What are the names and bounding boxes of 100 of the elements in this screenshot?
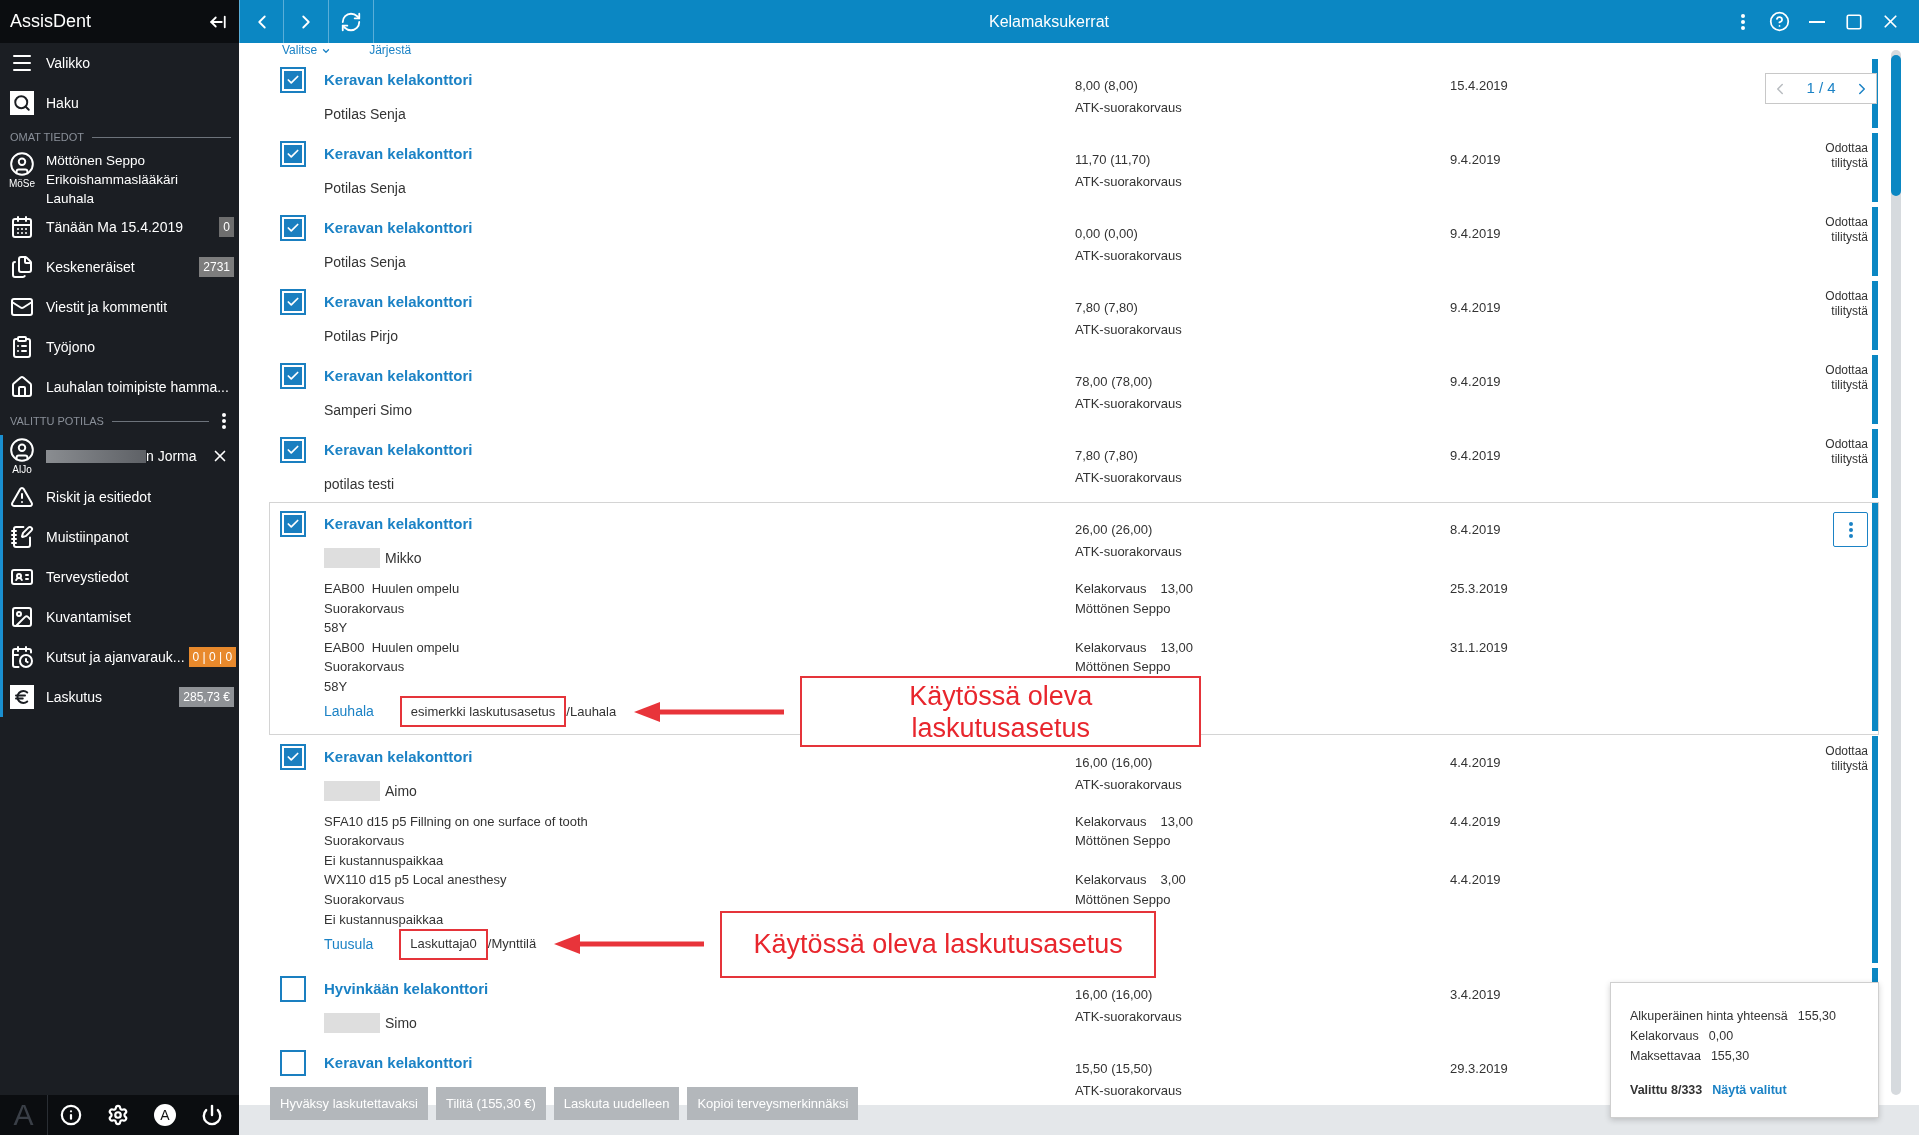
refund-type-text: ATK-suorakorvaus xyxy=(1075,99,1182,117)
show-selected-link[interactable]: Näytä valitut xyxy=(1712,1080,1787,1100)
euro-icon xyxy=(10,685,34,709)
info-button[interactable] xyxy=(60,1104,83,1126)
checkbox[interactable] xyxy=(280,976,306,1003)
kebab-icon xyxy=(222,413,226,429)
sidebar-item[interactable]: Tänään Ma 15.4.2019 xyxy=(0,207,216,247)
date-text: 25.3.2019 xyxy=(1450,581,1508,596)
sidebar-item[interactable]: Keskeneräiset xyxy=(0,247,196,287)
scrollbar-thumb[interactable] xyxy=(1891,55,1901,196)
amount-text: 16,00 (16,00) xyxy=(1075,986,1153,1005)
sidebar-item[interactable]: Kuvantamiset xyxy=(0,597,234,637)
refresh-icon xyxy=(340,10,362,33)
user-name: Möttönen Seppo xyxy=(46,152,146,170)
account-button[interactable]: A xyxy=(153,1104,176,1126)
office-link[interactable]: Keravan kelakonttori xyxy=(324,1053,473,1074)
sidebar-item[interactable]: Viestit ja kommentit xyxy=(0,287,234,327)
refund-label: Kelakorvaus xyxy=(1075,638,1147,657)
select-dropdown[interactable]: Valitse xyxy=(282,43,332,58)
sidebar-item[interactable]: Valikko xyxy=(0,43,234,83)
office-link[interactable]: Keravan kelakonttori xyxy=(324,440,473,460)
avatar-icon xyxy=(9,151,35,177)
settings-button[interactable] xyxy=(107,1104,130,1126)
count-badge: 2731 xyxy=(199,257,234,277)
minimize-icon xyxy=(1808,20,1825,23)
user-role: Erikoishammaslääkäri xyxy=(46,171,179,189)
user-initials: MöSe xyxy=(8,177,36,190)
refund-amount: 13,00 xyxy=(1160,812,1194,831)
sidebar-item[interactable]: Laskutus xyxy=(0,677,176,717)
status-strip xyxy=(1872,281,1878,350)
office-link[interactable]: Keravan kelakonttori xyxy=(324,366,473,386)
checkbox[interactable] xyxy=(280,363,306,389)
page-indicator: 1 / 4 xyxy=(1806,78,1836,99)
help-icon xyxy=(1769,11,1790,32)
status-label: Odottaa tilitystä xyxy=(1824,289,1868,319)
sidebar-item[interactable]: Työjono xyxy=(0,327,234,367)
refund-label: Kelakorvaus xyxy=(1075,580,1147,598)
power-button[interactable] xyxy=(200,1104,223,1126)
sort-button[interactable]: Järjestä xyxy=(369,43,412,58)
office-link[interactable]: Keravan kelakonttori xyxy=(324,70,473,90)
amount-text: 26,00 (26,00) xyxy=(1075,521,1153,539)
patient-name: potilas testi xyxy=(324,475,395,494)
notepad-icon xyxy=(10,525,34,549)
count-badge: 0 xyxy=(219,217,234,237)
arrow-icon xyxy=(554,933,705,956)
billing-setting: esimerkki laskutusasetus xyxy=(399,696,567,728)
picture-icon xyxy=(10,605,34,629)
refund-type-text: ATK-suorakorvaus xyxy=(1075,1082,1182,1101)
house-icon xyxy=(10,375,34,399)
patient-name: Samperi Simo xyxy=(324,401,412,420)
provider-name: Möttönen Seppo xyxy=(1075,658,1171,677)
checkbox[interactable] xyxy=(280,215,306,241)
summary-label: Kelakorvaus xyxy=(1630,1028,1699,1045)
office-link[interactable]: Hyvinkään kelakonttori xyxy=(324,979,489,1000)
refund-amount: 13,00 xyxy=(1160,580,1194,598)
billing-suffix: /Lauhala xyxy=(566,702,617,721)
amount-text: 15,50 (15,50) xyxy=(1075,1060,1153,1079)
status-strip xyxy=(1872,207,1878,276)
kebab-icon xyxy=(1848,521,1853,538)
patient-name: Mikko xyxy=(385,549,422,568)
date-text: 8.4.2019 xyxy=(1450,522,1501,537)
documents-icon xyxy=(10,255,34,279)
sidebar-item[interactable]: Haku xyxy=(0,83,234,123)
sidebar-item[interactable]: Terveystiedot xyxy=(0,557,234,597)
check-icon xyxy=(286,221,300,235)
sidebar-item[interactable]: Riskit ja esitiedot xyxy=(0,477,234,517)
office-link[interactable]: Keravan kelakonttori xyxy=(324,292,473,312)
checkbox[interactable] xyxy=(280,743,306,770)
summary-value: 155,30 xyxy=(1797,1008,1836,1025)
checkbox[interactable] xyxy=(280,67,306,93)
clipboard-icon xyxy=(10,335,34,359)
location-link[interactable]: Lauhala xyxy=(324,701,374,723)
office-link[interactable]: Keravan kelakonttori xyxy=(324,144,473,164)
checkbox[interactable] xyxy=(280,437,306,463)
refund-type-text: ATK-suorakorvaus xyxy=(1075,173,1182,191)
patient-name: n Jorma xyxy=(146,446,197,466)
procedure-text: EAB00 Huulen ompelu xyxy=(324,638,460,657)
sidebar-item[interactable]: Kutsut ja ajanvarauk... xyxy=(0,637,185,677)
item-detail: Suorakorvaus xyxy=(324,658,405,677)
refund-type-text: ATK-suorakorvaus xyxy=(1075,247,1182,265)
status-strip xyxy=(1872,429,1878,498)
sidebar-item[interactable]: Muistiinpanot xyxy=(0,517,234,557)
date-text: 9.4.2019 xyxy=(1450,374,1501,389)
checkbox[interactable] xyxy=(280,511,306,537)
amount-text: 8,00 (8,00) xyxy=(1075,77,1138,95)
checkbox[interactable] xyxy=(280,1050,306,1077)
check-icon xyxy=(286,443,300,457)
office-link[interactable]: Keravan kelakonttori xyxy=(324,514,473,534)
amount-text: 11,70 (11,70) xyxy=(1075,151,1151,169)
location-link[interactable]: Tuusula xyxy=(324,933,374,955)
section-heading: OMAT TIEDOT xyxy=(10,129,84,145)
office-link[interactable]: Keravan kelakonttori xyxy=(324,746,473,767)
kebab-icon xyxy=(1740,13,1745,30)
office-link[interactable]: Keravan kelakonttori xyxy=(324,218,473,238)
item-detail: 58Y xyxy=(324,619,348,638)
checkbox[interactable] xyxy=(280,289,306,315)
checkbox[interactable] xyxy=(280,141,306,167)
amount-text: 78,00 (78,00) xyxy=(1075,373,1153,391)
refund-type-text: ATK-suorakorvaus xyxy=(1075,1008,1182,1027)
sidebar-item[interactable]: Lauhalan toimipiste hamma... xyxy=(0,367,234,407)
